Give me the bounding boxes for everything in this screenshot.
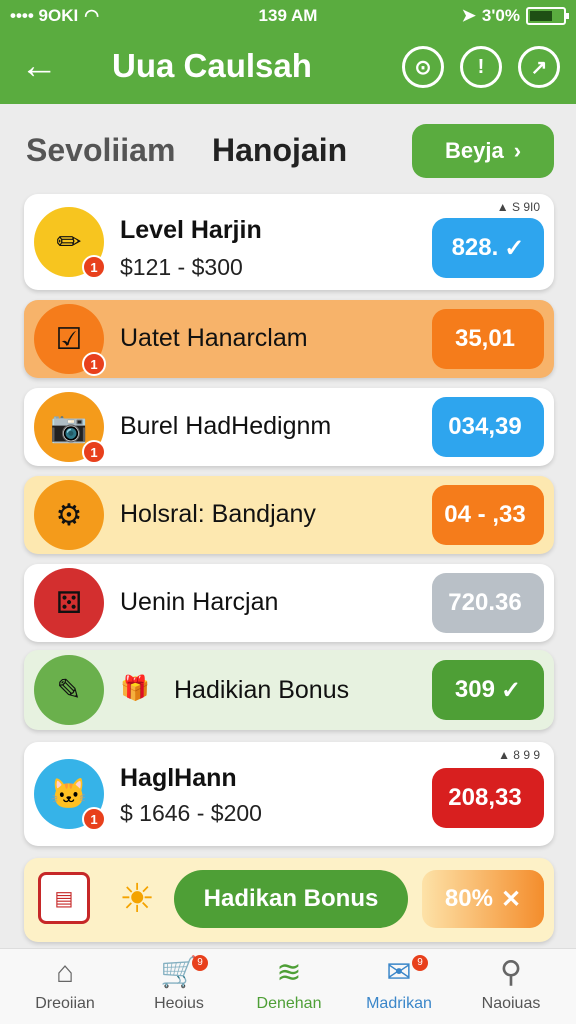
row-title: Burel HadHedignm xyxy=(120,412,332,440)
section-left-label[interactable]: Sevoliiam xyxy=(26,132,175,169)
nav-item-mail[interactable]: ✉ 9 Madrikan xyxy=(344,955,454,1021)
row-icon-glyph: ⚙ xyxy=(55,498,83,532)
row-value: 04 - ,33 xyxy=(444,501,526,528)
bonus-percent: 80% xyxy=(444,885,493,912)
row-value: 828. xyxy=(451,234,499,261)
row-title: Uatet Hanarclam xyxy=(120,324,308,352)
battery-icon xyxy=(526,7,569,25)
calendar-icon[interactable]: ▤ xyxy=(38,872,90,924)
section-right-label[interactable]: Hanojain xyxy=(212,132,347,169)
row-subtitle: $ 1646 - $200 xyxy=(120,800,262,826)
cat-icon: 🐱 1 xyxy=(34,759,106,831)
nav-badge: 9 xyxy=(192,955,208,971)
section-header: Sevoliiam Hanojain Beyja › xyxy=(0,120,576,184)
checklist-icon: ☑ 1 xyxy=(34,304,106,376)
row-value-button[interactable]: 04 - ,33 xyxy=(432,485,544,545)
close-icon[interactable]: ✕ xyxy=(501,885,521,914)
row-icon-glyph: 📷 xyxy=(50,410,88,444)
check-icon: ✓ xyxy=(500,676,522,704)
section-action-label: Beyja xyxy=(444,138,504,163)
row-subtitle: $121 - $300 xyxy=(120,254,243,280)
pen-icon: ✎ xyxy=(34,655,104,725)
bonus-bar: ▤ ☀ Hadikan Bonus 80% ✕ xyxy=(24,858,554,942)
row-title: HaglHann xyxy=(120,764,237,792)
row-value-button[interactable]: 35,01 xyxy=(432,309,544,369)
page-title: Uua Caulsah xyxy=(112,47,312,84)
profile-icon[interactable]: ⊙ xyxy=(402,46,444,88)
pencil-icon: ✏ 1 xyxy=(34,207,106,279)
row-value: 35,01 xyxy=(454,325,516,352)
list-item[interactable]: ⚙ Holsral: Bandjany 04 - ,33 xyxy=(24,476,554,554)
nav-item-layers[interactable]: ≋ Denehan xyxy=(234,955,344,1021)
row-value: 208,33 xyxy=(448,784,522,811)
bonus-percent-badge[interactable]: 80% ✕ xyxy=(422,870,544,928)
camera-icon: 📷 1 xyxy=(34,392,106,464)
nav-item-home[interactable]: ⌂ Dreoiian xyxy=(10,955,120,1021)
chevron-right-icon: › xyxy=(513,138,522,163)
nav-item-cart[interactable]: 🛒 9 Heoius xyxy=(124,955,234,1021)
location-icon: ➤ xyxy=(461,6,476,25)
row-icon-glyph: ✏ xyxy=(56,225,82,259)
row-value-button[interactable]: 208,33 xyxy=(432,768,544,828)
trend-icon[interactable]: ↗ xyxy=(518,46,560,88)
nav-label: Naoiuas xyxy=(481,995,541,1012)
notification-badge: 1 xyxy=(82,807,106,831)
nav-label: Heoius xyxy=(154,995,204,1012)
gear-icon: ⚙ xyxy=(34,480,104,550)
row-tag: ▲ 8 9 9 xyxy=(498,748,540,762)
battery-percent: 3'0% xyxy=(481,6,520,25)
row-value-button[interactable]: 309 ✓ xyxy=(432,660,544,720)
nav-badge: 9 xyxy=(412,955,428,971)
sun-icon: ☀ xyxy=(119,877,155,921)
bottom-nav: ⌂ Dreoiian 🛒 9 Heoius ≋ Denehan ✉ 9 Madrik… xyxy=(0,948,576,1024)
row-icon-glyph: ✎ xyxy=(56,673,82,707)
section-action-button[interactable]: Beyja › xyxy=(412,124,554,178)
bonus-button[interactable]: Hadikan Bonus xyxy=(174,870,408,928)
row-icon-glyph: ⚄ xyxy=(55,586,83,620)
nav-label: Madrikan xyxy=(366,995,432,1012)
nav-item-search[interactable]: ⚲ Naoiuas xyxy=(456,955,566,1021)
back-arrow-icon[interactable]: ← xyxy=(20,44,64,88)
list-item[interactable]: ✏ 1 Level Harjin $121 - $300 ▲ S 9I0 828.… xyxy=(24,194,554,290)
cart-icon: 🛒 9 xyxy=(124,955,234,991)
row-value-button[interactable]: 720.36 xyxy=(432,573,544,633)
list-item[interactable]: 🐱 1 HaglHann $ 1646 - $200 ▲ 8 9 9 208,33 xyxy=(24,742,554,846)
search-icon: ⚲ xyxy=(500,956,522,989)
notification-badge: 1 xyxy=(82,440,106,464)
row-title: Level Harjin xyxy=(120,216,262,244)
mail-icon: ✉ 9 xyxy=(344,955,454,991)
list-item[interactable]: ☑ 1 Uatet Hanarclam 35,01 xyxy=(24,300,554,378)
gift-icon: 🎁 xyxy=(120,675,150,702)
row-value-button[interactable]: 828. ✓ xyxy=(432,218,544,278)
row-tag: ▲ S 9I0 xyxy=(496,200,540,214)
list-item[interactable]: 📷 1 Burel HadHedignm 034,39 xyxy=(24,388,554,466)
row-value: 309 xyxy=(454,676,495,703)
nav-label: Denehan xyxy=(256,995,322,1012)
nav-label: Dreoiian xyxy=(35,995,95,1012)
check-icon: ✓ xyxy=(504,234,525,262)
status-bar: •••• 9OKI ◠ 139 AM ➤ 3'0% xyxy=(0,4,576,28)
row-value: 034,39 xyxy=(448,413,522,440)
notification-badge: 1 xyxy=(82,352,106,376)
row-title: Uenin Harcjan xyxy=(120,588,279,616)
notification-badge: 1 xyxy=(82,255,106,279)
row-title: Holsral: Bandjany xyxy=(120,500,316,528)
row-value: 720.36 xyxy=(448,589,522,616)
row-value-button[interactable]: 034,39 xyxy=(432,397,544,457)
home-icon: ⌂ xyxy=(55,956,75,989)
status-right: ➤ 3'0% xyxy=(461,6,569,26)
list-item[interactable]: ✎ Hadikian Bonus 🎁 309 ✓ xyxy=(24,650,554,730)
dice-icon: ⚄ xyxy=(34,568,104,638)
list-item[interactable]: ⚄ Uenin Harcjan 720.36 xyxy=(24,564,554,642)
row-icon-glyph: 🐱 xyxy=(50,777,88,811)
row-icon-glyph: ☑ xyxy=(55,322,83,356)
info-icon[interactable]: ! xyxy=(460,46,502,88)
row-title: Hadikian Bonus xyxy=(174,676,350,704)
layers-icon: ≋ xyxy=(276,956,302,989)
app-header: •••• 9OKI ◠ 139 AM ➤ 3'0% ← Uua Caulsah … xyxy=(0,0,576,104)
